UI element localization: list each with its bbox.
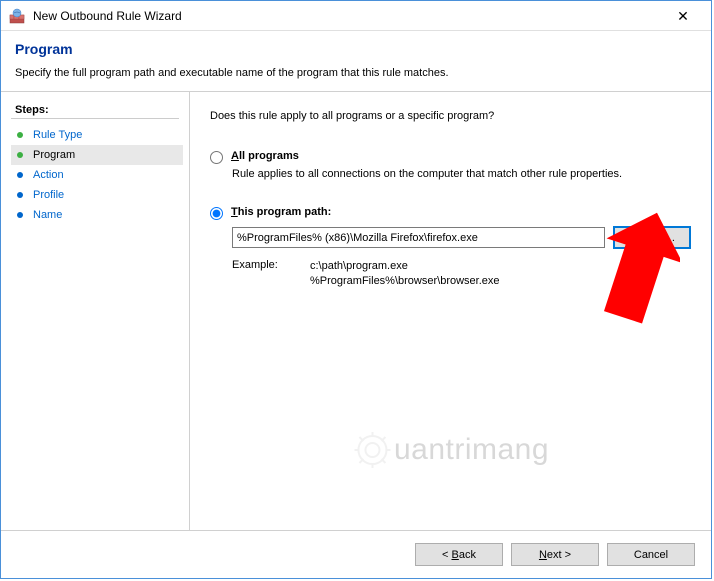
back-button[interactable]: < Back xyxy=(415,543,503,566)
bullet-icon xyxy=(17,212,23,218)
steps-heading: Steps: xyxy=(11,102,179,119)
prompt-text: Does this rule apply to all programs or … xyxy=(210,110,691,122)
step-profile[interactable]: Profile xyxy=(11,185,183,205)
bullet-icon xyxy=(17,192,23,198)
step-label: Rule Type xyxy=(33,129,82,141)
option-this-path[interactable]: This program path: xyxy=(210,206,691,220)
bullet-icon xyxy=(17,152,23,158)
watermark: uantrimang xyxy=(352,430,549,470)
step-label: Program xyxy=(33,149,75,161)
close-icon[interactable]: ✕ xyxy=(663,2,703,30)
example-label: Example: xyxy=(232,259,310,289)
page-description: Specify the full program path and execut… xyxy=(15,67,697,79)
radio-all-programs[interactable] xyxy=(210,151,223,164)
bullet-icon xyxy=(17,132,23,138)
page-title: Program xyxy=(15,41,697,57)
wizard-header: Program Specify the full program path an… xyxy=(1,31,711,91)
steps-sidebar: Steps: Rule Type Program Action Profile … xyxy=(1,92,189,530)
content-pane: Does this rule apply to all programs or … xyxy=(190,92,711,530)
radio-this-path[interactable] xyxy=(210,207,223,220)
titlebar: New Outbound Rule Wizard ✕ xyxy=(1,1,711,31)
step-label: Action xyxy=(33,169,64,181)
all-programs-desc: Rule applies to all connections on the c… xyxy=(232,168,691,180)
step-label: Profile xyxy=(33,189,64,201)
option-all-programs[interactable]: All programs xyxy=(210,150,691,164)
wizard-body: Steps: Rule Type Program Action Profile … xyxy=(1,92,711,530)
window-title: New Outbound Rule Wizard xyxy=(33,9,663,23)
path-row: Browse... xyxy=(232,226,691,249)
firewall-icon xyxy=(9,8,25,24)
example-values: c:\path\program.exe %ProgramFiles%\brows… xyxy=(310,259,500,289)
all-programs-label: All programs xyxy=(231,150,299,162)
step-rule-type[interactable]: Rule Type xyxy=(11,125,183,145)
footer: < Back Next > Cancel xyxy=(1,530,711,578)
program-path-input[interactable] xyxy=(232,227,605,248)
wizard-window: New Outbound Rule Wizard ✕ Program Speci… xyxy=(0,0,712,579)
this-path-label: This program path: xyxy=(231,206,331,218)
cancel-button[interactable]: Cancel xyxy=(607,543,695,566)
step-name[interactable]: Name xyxy=(11,205,183,225)
step-label: Name xyxy=(33,209,62,221)
browse-button[interactable]: Browse... xyxy=(613,226,691,249)
bullet-icon xyxy=(17,172,23,178)
example-row: Example: c:\path\program.exe %ProgramFil… xyxy=(232,259,691,289)
step-action[interactable]: Action xyxy=(11,165,183,185)
step-program[interactable]: Program xyxy=(11,145,183,165)
next-button[interactable]: Next > xyxy=(511,543,599,566)
